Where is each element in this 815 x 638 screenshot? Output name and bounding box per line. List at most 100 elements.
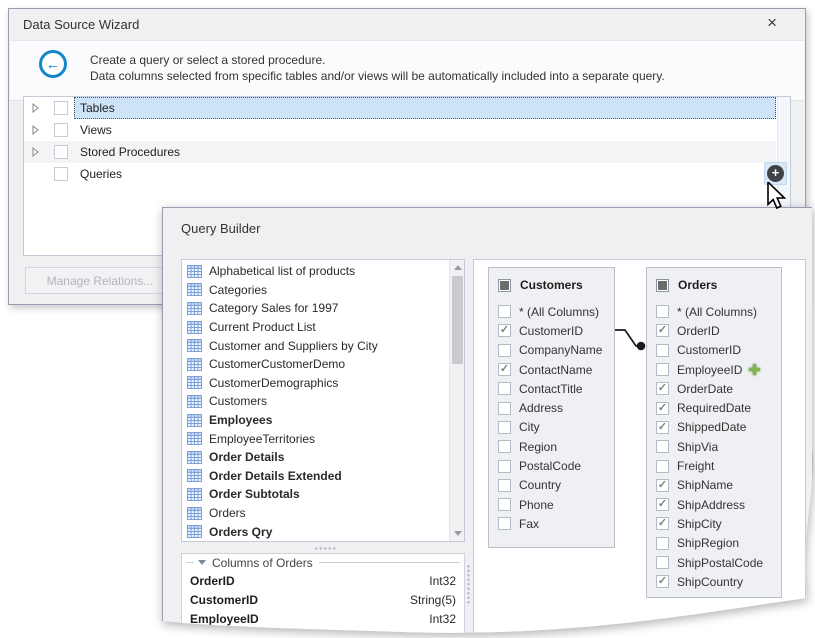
field-row[interactable]: ✓ PostalCode (498, 456, 614, 475)
table-list-item[interactable]: CustomerDemographics (182, 374, 448, 393)
tree-row[interactable]: Tables (24, 97, 776, 119)
field-checkbox[interactable]: ✓ (656, 479, 669, 492)
field-row[interactable]: ✓ EmployeeID (656, 360, 781, 379)
field-row[interactable]: ✓ ShippedDate (656, 418, 781, 437)
customers-panel-header[interactable]: Customers (498, 274, 614, 296)
table-list-item[interactable]: Customers (182, 392, 448, 411)
expand-arrow-icon[interactable] (24, 147, 42, 157)
field-row[interactable]: ✓ OrderDate (656, 379, 781, 398)
field-checkbox[interactable]: ✓ (498, 440, 511, 453)
table-list-item[interactable]: Categories (182, 281, 448, 300)
table-list-item[interactable]: Category Sales for 1997 (182, 299, 448, 318)
field-checkbox[interactable]: ✓ (498, 421, 511, 434)
field-row[interactable]: ✓ ShipRegion (656, 534, 781, 553)
collapse-icon[interactable] (198, 560, 206, 565)
field-checkbox[interactable]: ✓ (498, 344, 511, 357)
column-row[interactable]: OrderID Int32 (182, 571, 464, 590)
query-builder-title: Query Builder (181, 221, 260, 236)
field-row[interactable]: ✓ Country (498, 476, 614, 495)
table-list-item[interactable]: Customer and Suppliers by City (182, 336, 448, 355)
field-checkbox[interactable]: ✓ (498, 324, 511, 337)
field-row[interactable]: ✓ ContactName (498, 360, 614, 379)
field-checkbox[interactable]: ✓ (656, 344, 669, 357)
field-row[interactable]: ✓ ShipVia (656, 437, 781, 456)
field-checkbox[interactable]: ✓ (498, 305, 511, 318)
tables-scrollbar[interactable] (449, 260, 464, 541)
table-list-item[interactable]: Order Subtotals (182, 485, 448, 504)
field-row[interactable]: ✓ Freight (656, 456, 781, 475)
table-select-checkbox[interactable] (656, 279, 669, 292)
field-checkbox[interactable]: ✓ (498, 402, 511, 415)
field-checkbox[interactable]: ✓ (498, 363, 511, 376)
field-row[interactable]: ✓ Region (498, 437, 614, 456)
field-row[interactable]: ✓ RequiredDate (656, 398, 781, 417)
scrollbar-thumb[interactable] (452, 276, 463, 364)
table-list-item[interactable]: Current Product List (182, 318, 448, 337)
field-checkbox[interactable]: ✓ (656, 421, 669, 434)
field-row[interactable]: ✓ * (All Columns) (498, 302, 614, 321)
field-checkbox[interactable]: ✓ (656, 382, 669, 395)
field-checkbox[interactable]: ✓ (656, 537, 669, 550)
field-row[interactable]: ✓ Phone (498, 495, 614, 514)
expand-arrow-icon[interactable] (24, 169, 42, 179)
table-select-checkbox[interactable] (498, 279, 511, 292)
field-checkbox[interactable]: ✓ (656, 305, 669, 318)
column-row[interactable]: CustomerID String(5) (182, 590, 464, 609)
field-checkbox[interactable]: ✓ (656, 324, 669, 337)
tree-checkbox[interactable] (54, 145, 68, 159)
field-checkbox[interactable]: ✓ (656, 498, 669, 511)
field-checkbox[interactable]: ✓ (656, 460, 669, 473)
field-row[interactable]: ✓ CustomerID (656, 341, 781, 360)
field-row[interactable]: ✓ OrderID (656, 321, 781, 340)
table-list-item[interactable]: Employees (182, 411, 448, 430)
expand-arrow-icon[interactable] (24, 103, 42, 113)
field-row[interactable]: ✓ * (All Columns) (656, 302, 781, 321)
table-list-item[interactable]: Orders (182, 504, 448, 523)
back-arrow-icon[interactable]: ← (39, 50, 67, 78)
field-row[interactable]: ✓ ContactTitle (498, 379, 614, 398)
field-row[interactable]: ✓ ShipName (656, 476, 781, 495)
field-row[interactable]: ✓ ShipPostalCode (656, 553, 781, 572)
field-row[interactable]: ✓ ShipCountry (656, 572, 781, 591)
manage-relations-button[interactable]: Manage Relations... (25, 267, 175, 294)
table-list-item[interactable]: Order Details (182, 448, 448, 467)
field-checkbox[interactable]: ✓ (656, 575, 669, 588)
field-checkbox[interactable]: ✓ (656, 440, 669, 453)
tree-row[interactable]: Stored Procedures (24, 141, 776, 163)
field-row[interactable]: ✓ ShipAddress (656, 495, 781, 514)
columns-pane-header[interactable]: Columns of Orders (182, 554, 464, 571)
tree-checkbox[interactable] (54, 167, 68, 181)
horizontal-splitter-grip[interactable] (314, 546, 336, 551)
field-checkbox[interactable]: ✓ (656, 363, 669, 376)
table-list-item[interactable]: Order Details Extended (182, 467, 448, 486)
tree-checkbox[interactable] (54, 101, 68, 115)
scroll-down-icon[interactable] (450, 526, 465, 541)
field-checkbox[interactable]: ✓ (498, 498, 511, 511)
scroll-up-icon[interactable] (450, 260, 465, 275)
field-row[interactable]: ✓ CustomerID (498, 321, 614, 340)
expand-arrow-icon[interactable] (24, 125, 42, 135)
field-row[interactable]: ✓ Address (498, 398, 614, 417)
field-row[interactable]: ✓ CompanyName (498, 341, 614, 360)
field-checkbox[interactable]: ✓ (498, 517, 511, 530)
field-checkbox[interactable]: ✓ (656, 517, 669, 530)
field-row[interactable]: ✓ City (498, 418, 614, 437)
table-list-item[interactable]: CustomerCustomerDemo (182, 355, 448, 374)
field-checkbox[interactable]: ✓ (656, 556, 669, 569)
field-row[interactable]: ✓ ShipCity (656, 514, 781, 533)
field-row[interactable]: ✓ Fax (498, 514, 614, 533)
tree-checkbox[interactable] (54, 123, 68, 137)
close-icon[interactable]: × (767, 13, 777, 33)
tree-row[interactable]: Queries (24, 163, 776, 185)
vertical-splitter-grip[interactable] (466, 564, 471, 606)
field-checkbox[interactable]: ✓ (656, 402, 669, 415)
field-checkbox[interactable]: ✓ (498, 479, 511, 492)
column-row[interactable]: EmployeeID Int32 (182, 609, 464, 628)
table-list-item[interactable]: Alphabetical list of products (182, 262, 448, 281)
field-checkbox[interactable]: ✓ (498, 460, 511, 473)
orders-panel-header[interactable]: Orders (656, 274, 781, 296)
table-list-item[interactable]: EmployeeTerritories (182, 429, 448, 448)
table-list-item[interactable]: Orders Qry (182, 522, 448, 541)
field-checkbox[interactable]: ✓ (498, 382, 511, 395)
tree-row[interactable]: Views (24, 119, 776, 141)
